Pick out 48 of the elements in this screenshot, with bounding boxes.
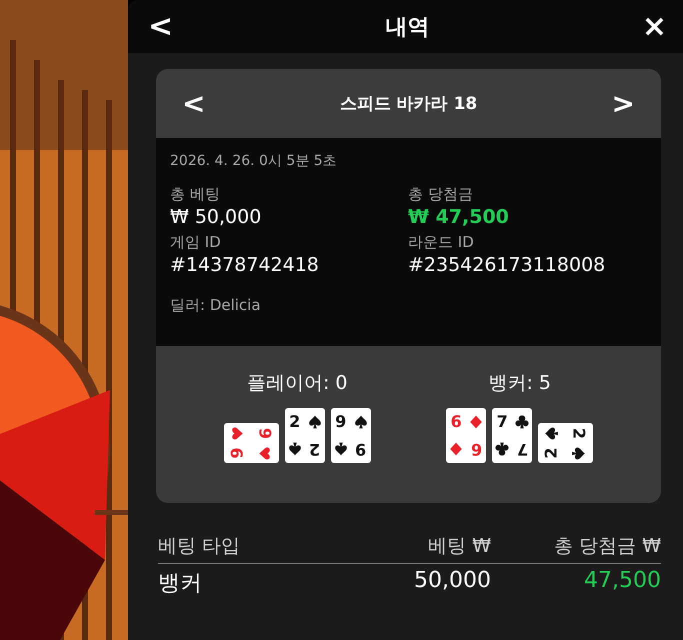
card-rank: 2 — [289, 414, 300, 430]
column-header: 총 당첨금 ₩ — [553, 534, 661, 559]
field-value: #14378742418 — [170, 253, 320, 278]
card-rank: 9 — [229, 448, 245, 460]
heart-icon — [230, 426, 244, 440]
dealer-name: 딜러: Delicia — [170, 296, 262, 315]
column-header: 베팅 ₩ — [427, 534, 491, 559]
card-rank: 7 — [496, 414, 508, 430]
window-title: 내역 — [386, 14, 430, 42]
diamond-icon — [469, 414, 484, 429]
card-rank: 2 — [544, 448, 560, 460]
card-rank: 2 — [309, 441, 320, 458]
column-header: 베팅 타입 — [158, 534, 242, 559]
club-icon — [495, 442, 510, 456]
card-rank: 6 — [470, 441, 482, 458]
card-rank: 2 — [571, 428, 587, 440]
field-value: #235426173118008 — [408, 253, 606, 278]
field-value: ₩ 50,000 — [170, 205, 262, 230]
field-label: 총 베팅 — [170, 184, 221, 204]
previous-button[interactable]: < — [178, 87, 210, 120]
card-rank: 9 — [355, 441, 366, 458]
date-time: 2026. 4. 26. 0시 5분 5초 — [170, 152, 338, 170]
spade-icon — [354, 414, 368, 429]
spade-icon — [572, 446, 586, 460]
close-button[interactable]: × — [636, 12, 673, 42]
card-rank: 7 — [516, 441, 528, 458]
card-rank: 6 — [450, 414, 462, 430]
table-cell-text: 뱅커 — [158, 570, 203, 598]
field-label: 라운드 ID — [408, 232, 475, 252]
hand-score: 플레이어: 0 — [246, 371, 348, 396]
back-button[interactable]: < — [142, 12, 180, 42]
card-rank: 9 — [335, 414, 346, 430]
diamond-icon — [449, 442, 464, 456]
heart-icon — [258, 446, 272, 460]
game-title: 스피드 바카라 18 — [340, 93, 478, 115]
field-value: ₩ 47,500 — [408, 205, 510, 230]
field-label: 총 당첨금 — [408, 184, 474, 204]
next-button[interactable]: > — [608, 87, 639, 120]
spade-icon — [288, 442, 302, 456]
club-icon — [515, 414, 530, 429]
spade-icon — [334, 442, 348, 456]
table-cell-text: 47,500 — [583, 567, 661, 595]
field-label: 게임 ID — [170, 232, 222, 252]
spade-icon — [544, 426, 558, 440]
hand-score: 뱅커: 5 — [488, 371, 552, 396]
card-rank: 9 — [256, 428, 272, 440]
table-cell-text: 50,000 — [413, 567, 491, 595]
spade-icon — [308, 414, 322, 429]
